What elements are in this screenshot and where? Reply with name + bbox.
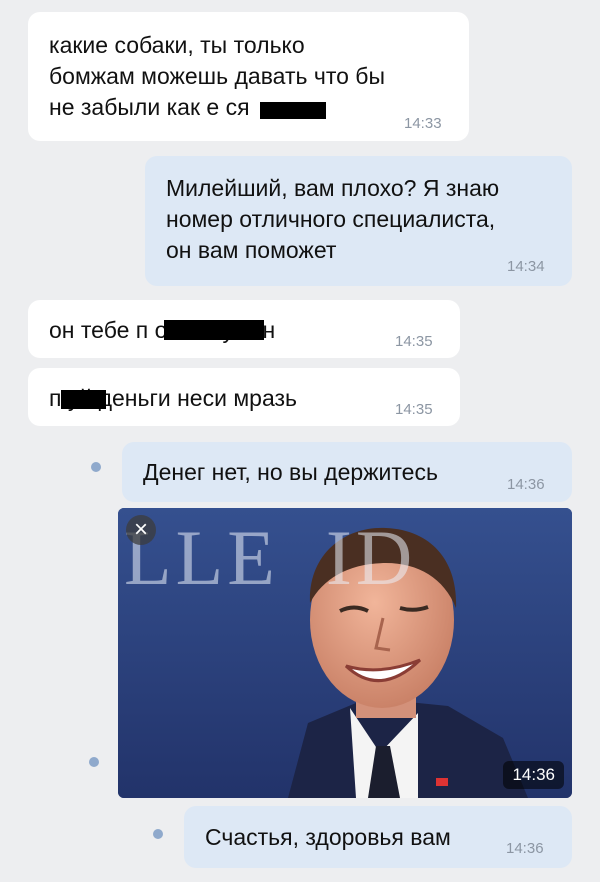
unread-indicator [153,829,163,839]
message-bubble-incoming[interactable]: какие собаки, ты только бомжам можешь да… [28,12,469,141]
photo-message[interactable]: LLE ID × 14:36 [118,508,572,798]
message-time: 14:35 [395,333,433,350]
message-text: п уй деньги неси мразь [49,385,298,411]
message-time: 14:34 [507,258,545,275]
message-bubble-incoming[interactable]: п уй деньги неси мразь 14:35 [28,368,460,426]
censor-bar [164,320,264,340]
message-bubble-incoming[interactable]: он тебе п олке нужен 14:35 [28,300,460,358]
message-text: Счастья, здоровья вам [205,824,451,850]
message-bubble-outgoing[interactable]: Счастья, здоровья вам 14:36 [184,806,572,868]
message-time: 14:33 [404,115,442,132]
message-bubble-outgoing[interactable]: Денег нет, но вы держитесь 14:36 [122,442,572,502]
unread-indicator [91,462,101,472]
unread-indicator [89,757,99,767]
message-text: Денег нет, но вы держитесь [143,459,438,485]
message-time: 14:35 [395,401,433,418]
photo-overlay-text: LLE ID [124,514,417,601]
message-time: 14:36 [503,761,564,789]
censor-bar [61,390,106,409]
message-time: 14:36 [507,476,545,493]
censor-bar [260,102,326,119]
message-text: какие собаки, ты только бомжам можешь да… [49,32,386,120]
message-text: Милейший, вам плохо? Я знаю номер отличн… [166,175,500,263]
message-time: 14:36 [506,840,544,857]
close-icon[interactable]: × [126,515,156,545]
message-bubble-outgoing[interactable]: Милейший, вам плохо? Я знаю номер отличн… [145,156,572,286]
